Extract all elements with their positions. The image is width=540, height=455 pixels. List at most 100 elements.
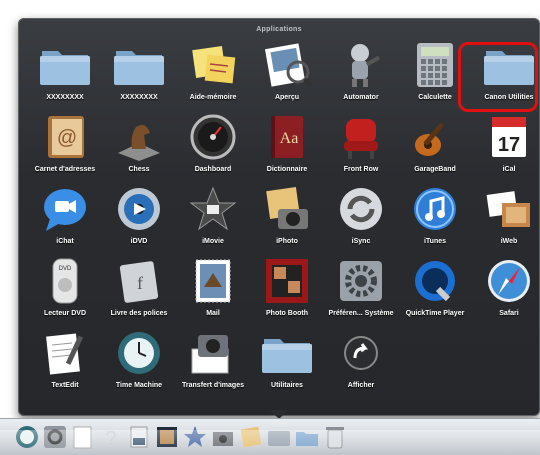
- app-itunes[interactable]: iTunes: [398, 184, 472, 256]
- app-automator[interactable]: Automator: [324, 40, 398, 112]
- app-label: iDVD: [130, 238, 148, 245]
- app-label: XXXXXXXX: [46, 94, 84, 101]
- open-arrow-icon: [334, 328, 388, 378]
- system-preferences-icon: [334, 256, 388, 306]
- app-label: Livre des polices: [110, 310, 168, 317]
- app-label: XXXXXXXX: [120, 94, 158, 101]
- app-transfert-d-images[interactable]: Transfert d'images: [176, 328, 250, 400]
- app-label: Photo Booth: [266, 310, 308, 317]
- app-label: Automator: [343, 94, 379, 101]
- app-label: iWeb: [500, 238, 518, 245]
- photo-booth-icon: [260, 256, 314, 306]
- guitar-icon: [408, 112, 462, 162]
- app-label: iSync: [351, 238, 371, 245]
- dock-help-question-icon[interactable]: ?: [98, 424, 124, 450]
- app-label: iChat: [56, 238, 74, 245]
- preview-icon: [260, 40, 314, 90]
- front-row-chair-icon: [334, 112, 388, 162]
- dock-system-preferences-icon[interactable]: [42, 424, 68, 450]
- dashboard-gauge-icon: [186, 112, 240, 162]
- app-label: Utilitaires: [271, 382, 303, 389]
- dock-document-icon[interactable]: [126, 424, 152, 450]
- mail-stamp-icon: [186, 256, 240, 306]
- app-label: Dictionnaire: [266, 166, 308, 173]
- app-aper-u[interactable]: Aperçu: [250, 40, 324, 112]
- svg-text:DVD: DVD: [59, 266, 72, 272]
- app-label: iMovie: [202, 238, 224, 245]
- app-xxxxxxxx[interactable]: XXXXXXXX: [28, 40, 102, 112]
- stickies-icon: [186, 40, 240, 90]
- app-label: Afficher: [347, 382, 375, 389]
- app-quicktime-player[interactable]: QuickTime Player: [398, 256, 472, 328]
- app-label: TextEdit: [51, 382, 79, 389]
- automator-robot-icon: [334, 40, 388, 90]
- app-idvd[interactable]: iDVD: [102, 184, 176, 256]
- app-label: Aperçu: [274, 94, 300, 101]
- dock: ?: [0, 418, 540, 455]
- dock-folder-icon[interactable]: [294, 424, 320, 450]
- app-mail[interactable]: Mail: [176, 256, 250, 328]
- app-ical[interactable]: 17 iCal: [472, 112, 540, 184]
- app-time-machine[interactable]: Time Machine: [102, 328, 176, 400]
- svg-text:f: f: [137, 273, 143, 293]
- dock-applications-stack-icon[interactable]: [266, 424, 292, 450]
- svg-text:?: ?: [105, 428, 116, 450]
- dock-photos-icon[interactable]: [238, 424, 264, 450]
- dock-time-machine-icon[interactable]: [14, 424, 40, 450]
- quicktime-icon: [408, 256, 462, 306]
- app-label: Safari: [499, 310, 519, 317]
- dictionary-icon: Aa: [260, 112, 314, 162]
- app-utilitaires[interactable]: Utilitaires: [250, 328, 324, 400]
- app-isync[interactable]: iSync: [324, 184, 398, 256]
- dock-imovie-icon[interactable]: [182, 424, 208, 450]
- app-imovie[interactable]: iMovie: [176, 184, 250, 256]
- app-iphoto[interactable]: iPhoto: [250, 184, 324, 256]
- app-dashboard[interactable]: Dashboard: [176, 112, 250, 184]
- app-iweb[interactable]: iWeb: [472, 184, 540, 256]
- app-safari[interactable]: Safari: [472, 256, 540, 328]
- app-label: Front Row: [343, 166, 379, 173]
- app-chess[interactable]: Chess: [102, 112, 176, 184]
- app-label: Mail: [206, 310, 220, 317]
- app-label: Préféren... Système: [328, 310, 394, 317]
- folder-icon: [112, 40, 166, 90]
- svg-text:@: @: [57, 127, 77, 149]
- app-livre-des-polices[interactable]: f Livre des polices: [102, 256, 176, 328]
- font-book-icon: f: [112, 256, 166, 306]
- app-label: iPhoto: [276, 238, 298, 245]
- app-label: Chess: [128, 166, 150, 173]
- address-book-icon: @: [38, 112, 92, 162]
- app-garageband[interactable]: GarageBand: [398, 112, 472, 184]
- folder-icon: [38, 40, 92, 90]
- app-aide-m-moire[interactable]: Aide-mémoire: [176, 40, 250, 112]
- canon-utilities-highlight: [458, 42, 538, 112]
- svg-text:Aa: Aa: [280, 130, 299, 147]
- dock-image-capture-icon[interactable]: [210, 424, 236, 450]
- time-machine-clock-icon: [112, 328, 166, 378]
- app-front-row[interactable]: Front Row: [324, 112, 398, 184]
- compass-icon: [482, 256, 536, 306]
- app-photo-booth[interactable]: Photo Booth: [250, 256, 324, 328]
- music-note-icon: [408, 184, 462, 234]
- app-textedit[interactable]: TextEdit: [28, 328, 102, 400]
- app-pr-f-ren-syst-me[interactable]: Préféren... Système: [324, 256, 398, 328]
- app-label: iTunes: [423, 238, 447, 245]
- dvd-remote-icon: DVD: [38, 256, 92, 306]
- app-ichat[interactable]: iChat: [28, 184, 102, 256]
- app-xxxxxxxx[interactable]: XXXXXXXX: [102, 40, 176, 112]
- sync-icon: [334, 184, 388, 234]
- app-carnet-d-adresses[interactable]: @ Carnet d'adresses: [28, 112, 102, 184]
- app-lecteur-dvd[interactable]: DVD Lecteur DVD: [28, 256, 102, 328]
- app-label: Aide-mémoire: [189, 94, 237, 101]
- app-afficher[interactable]: Afficher: [324, 328, 398, 400]
- dock-photo-icon[interactable]: [154, 424, 180, 450]
- app-label: QuickTime Player: [405, 310, 465, 317]
- dock-trash-icon[interactable]: [322, 424, 348, 450]
- dvd-disc-icon: [112, 184, 166, 234]
- movie-star-icon: [186, 184, 240, 234]
- app-dictionnaire[interactable]: Aa Dictionnaire: [250, 112, 324, 184]
- app-label: GarageBand: [414, 166, 456, 173]
- dock-textedit-icon[interactable]: [70, 424, 96, 450]
- app-label: Lecteur DVD: [43, 310, 86, 317]
- app-label: Time Machine: [115, 382, 163, 389]
